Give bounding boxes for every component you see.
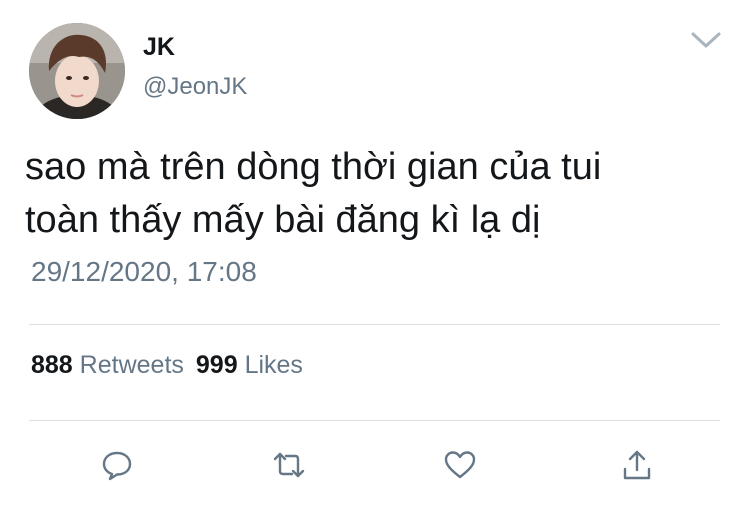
author-handle[interactable]: @JeonJK bbox=[143, 73, 247, 101]
likes-count: 999 bbox=[195, 351, 238, 379]
retweets-label: Retweets bbox=[79, 351, 184, 379]
retweets-stat[interactable]: 888 Retweets bbox=[31, 351, 184, 379]
retweet-button[interactable] bbox=[272, 448, 306, 482]
tweet-actions bbox=[0, 448, 750, 482]
retweet-arrows-icon bbox=[273, 452, 305, 478]
speech-bubble-icon bbox=[102, 451, 132, 481]
likes-label: Likes bbox=[244, 351, 303, 379]
author-name[interactable]: JK bbox=[143, 33, 175, 61]
chevron-down-icon[interactable] bbox=[690, 30, 722, 52]
like-button[interactable] bbox=[443, 448, 477, 482]
share-button[interactable] bbox=[620, 448, 654, 482]
tweet-timestamp[interactable]: 29/12/2020, 17:08 bbox=[31, 255, 257, 289]
tweet-stats: 888 Retweets 999 Likes bbox=[31, 350, 303, 380]
avatar-image bbox=[29, 23, 125, 119]
divider bbox=[29, 324, 720, 325]
tweet-text: sao mà trên dòng thời gian của tui toàn … bbox=[25, 146, 602, 241]
heart-icon bbox=[444, 451, 476, 479]
tweet-card: JK @JeonJK sao mà trên dòng thời gian củ… bbox=[0, 0, 750, 511]
share-upload-icon bbox=[623, 450, 651, 480]
divider bbox=[29, 420, 720, 421]
reply-button[interactable] bbox=[100, 448, 134, 482]
likes-stat[interactable]: 999 Likes bbox=[196, 351, 303, 379]
retweets-count: 888 bbox=[31, 351, 73, 379]
avatar[interactable] bbox=[29, 23, 125, 119]
